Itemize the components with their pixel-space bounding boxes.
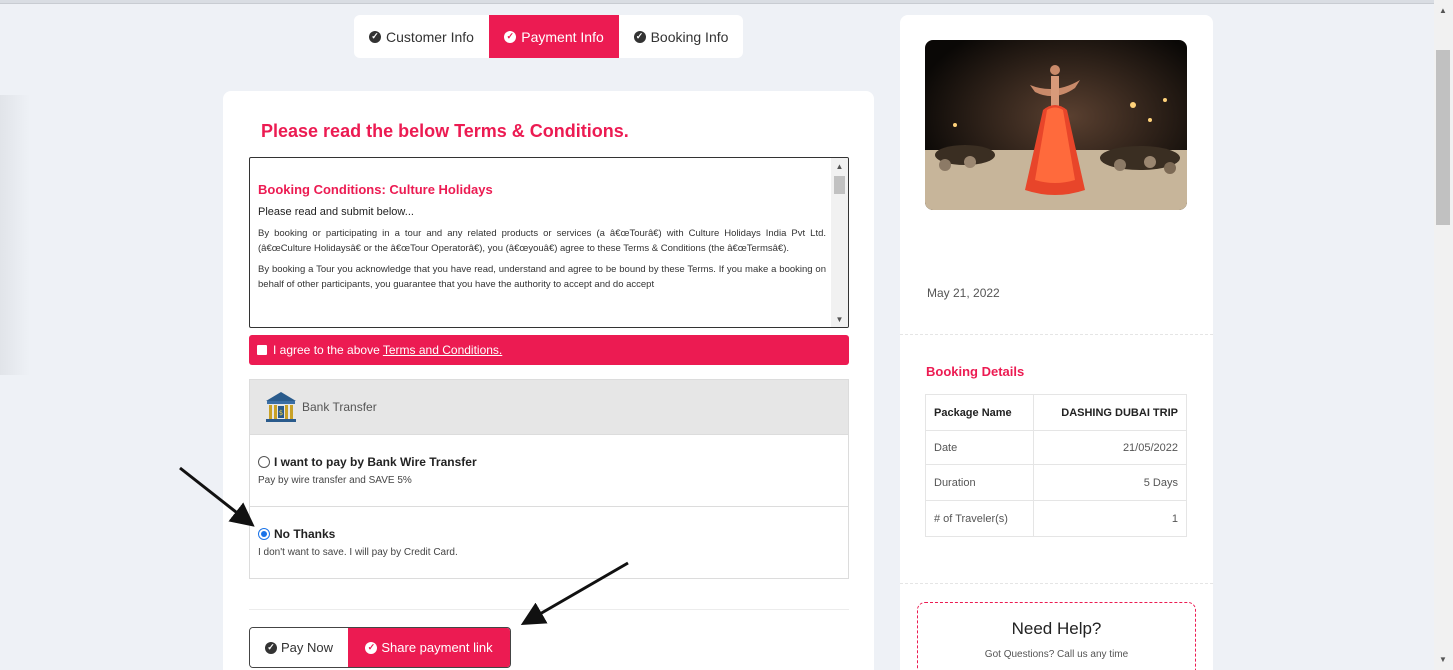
svg-text:$: $ (279, 409, 283, 417)
bank-icon: $ (266, 392, 296, 422)
check-circle-icon: ✓ (504, 30, 517, 43)
scroll-up-icon[interactable]: ▲ (1439, 6, 1447, 15)
tab-label: Payment Info (521, 28, 604, 45)
option-title-text: I want to pay by Bank Wire Transfer (274, 455, 477, 469)
terms-content: Booking Conditions: Culture Holidays Ple… (258, 182, 826, 298)
payment-card: Please read the below Terms & Conditions… (223, 91, 874, 670)
table-row: # of Traveler(s) 1 (924, 500, 1187, 537)
row-value: 5 Days (1033, 464, 1187, 501)
payment-options: $ Bank Transfer I want to pay by Bank Wi… (249, 379, 849, 579)
booking-details-table: Package Name DASHING DUBAI TRIP Date 21/… (924, 394, 1187, 537)
agree-checkbox[interactable] (257, 345, 267, 355)
tab-customer-info[interactable]: ✓ Customer Info (354, 15, 489, 58)
divider (900, 583, 1213, 584)
scroll-thumb[interactable] (834, 176, 845, 194)
row-label: # of Traveler(s) (924, 500, 1035, 537)
option-description: I don't want to save. I will pay by Cred… (258, 547, 458, 558)
row-label: Package Name (924, 394, 1035, 431)
check-circle-icon: ✓ (633, 30, 646, 43)
row-value: 21/05/2022 (1033, 430, 1187, 465)
check-circle-icon: ✓ (369, 30, 382, 43)
option-title: I want to pay by Bank Wire Transfer (258, 455, 848, 469)
need-help-box: Need Help? Got Questions? Call us any ti… (917, 602, 1196, 670)
page-scrollbar[interactable]: ▲ ▼ (1434, 0, 1453, 670)
step-tabs: ✓ Customer Info ✓ Payment Info ✓ Booking… (354, 15, 743, 58)
divider (249, 609, 849, 610)
top-border (0, 0, 1434, 4)
scroll-down-icon[interactable]: ▼ (1439, 655, 1447, 664)
help-subtitle: Got Questions? Call us any time (984, 649, 1129, 660)
terms-link[interactable]: Terms and Conditions. (383, 343, 502, 357)
check-circle-icon: ✓ (264, 641, 277, 654)
table-row: Date 21/05/2022 (924, 430, 1187, 465)
page-title: Please read the below Terms & Conditions… (261, 121, 629, 141)
bank-transfer-header: $ Bank Transfer (250, 380, 848, 435)
tab-payment-info[interactable]: ✓ Payment Info (489, 15, 619, 58)
terms-scrollbar[interactable]: ▲ ▼ (831, 158, 848, 327)
table-row: Package Name DASHING DUBAI TRIP (924, 394, 1187, 431)
terms-paragraph: By booking or participating in a tour an… (258, 228, 826, 254)
row-label: Duration (924, 464, 1035, 501)
row-value: 1 (1033, 500, 1187, 537)
agree-label: I agree to the above (273, 343, 383, 357)
option-title: No Thanks (258, 527, 848, 541)
terms-scroll-box[interactable]: Booking Conditions: Culture Holidays Ple… (249, 157, 849, 328)
tab-label: Customer Info (386, 28, 474, 45)
table-row: Duration 5 Days (924, 464, 1187, 501)
share-link-label: Share payment link (381, 640, 493, 655)
tab-label: Booking Info (650, 28, 729, 45)
tour-image (925, 40, 1187, 210)
payment-action-buttons: ✓ Pay Now ✓ Share payment link (249, 627, 511, 668)
agree-text: I agree to the above Terms and Condition… (273, 343, 502, 357)
scroll-down-icon[interactable]: ▼ (831, 311, 848, 327)
option-description: Pay by wire transfer and SAVE 5% (258, 475, 412, 486)
booking-summary-card: May 21, 2022 Booking Details Package Nam… (900, 15, 1213, 670)
pay-now-label: Pay Now (280, 640, 334, 655)
booking-details-title: Booking Details (926, 364, 1025, 379)
row-value: DASHING DUBAI TRIP (1033, 394, 1187, 431)
terms-heading: Booking Conditions: Culture Holidays (258, 182, 493, 197)
share-payment-link-button[interactable]: ✓ Share payment link (348, 628, 510, 667)
option-no-thanks[interactable]: No Thanks I don't want to save. I will p… (250, 508, 848, 578)
agree-terms-bar[interactable]: I agree to the above Terms and Condition… (249, 335, 849, 365)
row-label: Date (924, 430, 1035, 465)
option-title-text: No Thanks (274, 527, 336, 541)
radio-bank-wire[interactable] (258, 456, 270, 468)
radio-no-thanks[interactable] (258, 528, 270, 540)
terms-paragraph: By booking a Tour you acknowledge that y… (258, 264, 826, 290)
check-circle-icon: ✓ (365, 641, 378, 654)
tab-booking-info[interactable]: ✓ Booking Info (619, 15, 743, 58)
scroll-up-icon[interactable]: ▲ (831, 158, 848, 174)
tour-date: May 21, 2022 (927, 286, 1000, 300)
pay-now-button[interactable]: ✓ Pay Now (250, 628, 348, 667)
page-scroll-thumb[interactable] (1436, 50, 1450, 225)
help-title: Need Help? (1011, 619, 1102, 638)
option-bank-wire[interactable]: I want to pay by Bank Wire Transfer Pay … (250, 436, 848, 507)
terms-subheading: Please read and submit below... (258, 206, 414, 218)
left-shadow (0, 95, 30, 375)
bank-transfer-label: Bank Transfer (302, 400, 377, 414)
divider (900, 334, 1213, 335)
